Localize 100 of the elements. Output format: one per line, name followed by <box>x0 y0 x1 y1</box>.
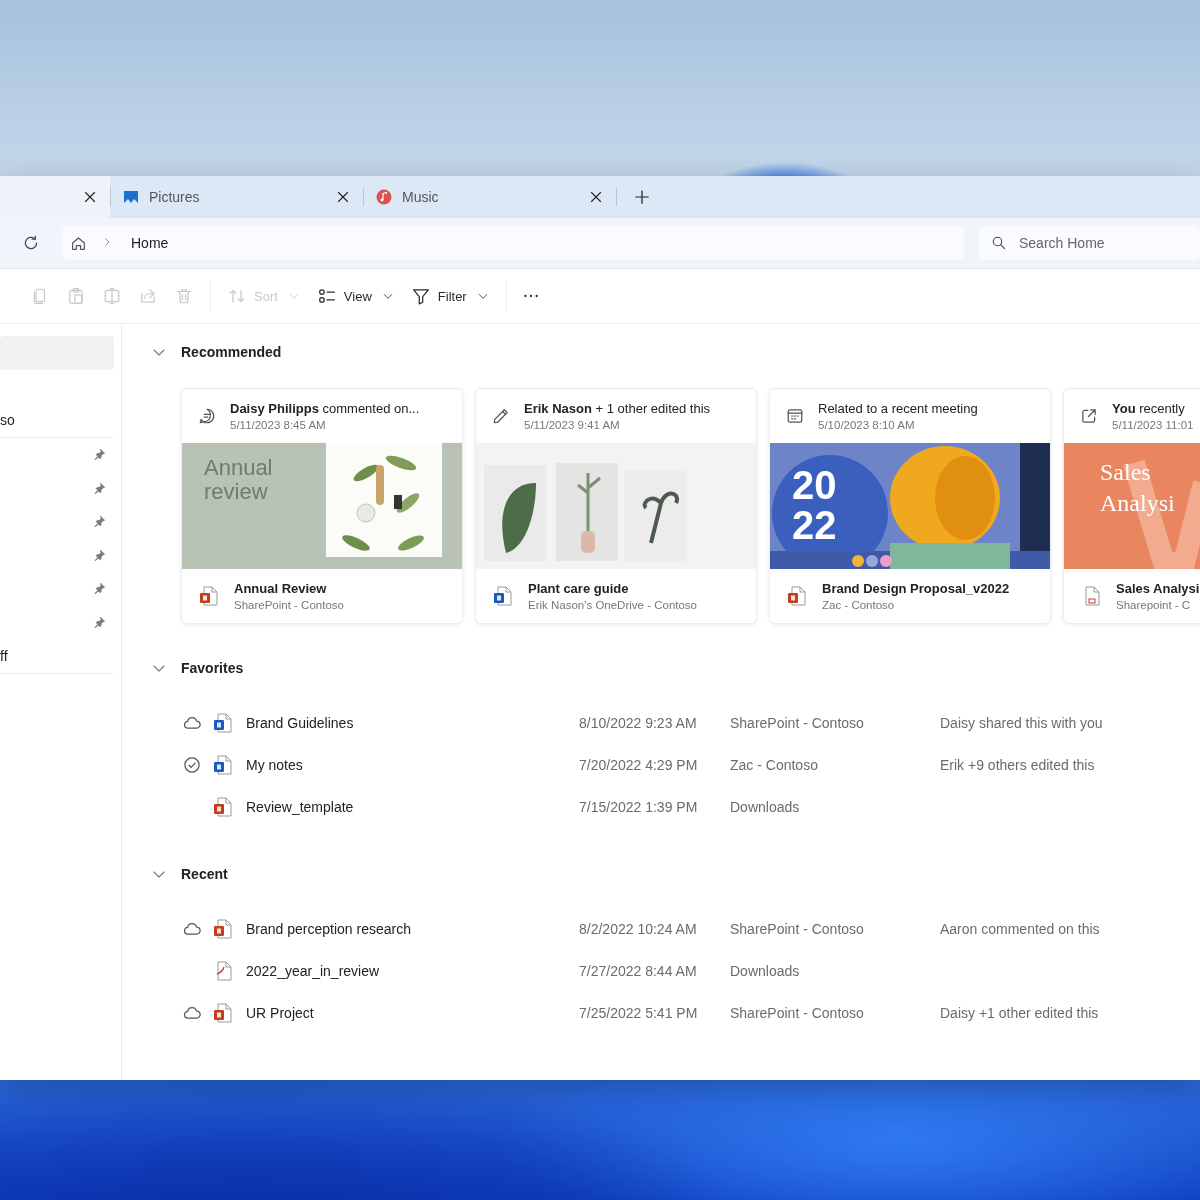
slides-file-icon <box>212 918 234 940</box>
view-button[interactable]: View <box>310 281 401 311</box>
file-name: Brand Design Proposal_v2022 <box>822 581 1010 596</box>
open-link-icon <box>1080 407 1098 425</box>
file-row[interactable]: Brand Guidelines 8/10/2022 9:23 AM SharePoint - Contoso Daisy shared this with you <box>181 702 1200 744</box>
file-location: SharePoint - Contoso <box>234 599 344 611</box>
file-location: Erik Nason's OneDrive - Contoso <box>528 599 697 611</box>
check-circle-icon <box>183 756 201 774</box>
file-location: SharePoint - Contoso <box>730 1005 865 1021</box>
file-name: My notes <box>246 757 304 773</box>
activity-text: Erik Nason + 1 other edited this <box>524 401 711 416</box>
file-row[interactable]: Review_template 7/15/2022 1:39 PM Downloads <box>181 786 1200 828</box>
close-icon <box>82 189 98 205</box>
file-location: SharePoint - Contoso <box>730 715 865 731</box>
activity-time: 5/11/2023 9:41 AM <box>524 419 621 431</box>
word-file-icon <box>212 754 234 776</box>
activity-text: Daisy +1 other edited this <box>940 1005 1100 1021</box>
clipboard-icon <box>67 287 85 305</box>
nav-item[interactable]: ff <box>0 639 114 673</box>
close-icon <box>588 189 604 205</box>
modified-date: 8/2/2022 10:24 AM <box>579 921 698 937</box>
file-card[interactable]: You recently 5/11/2023 11:01 Sales Analysi Sales Analysi Sharepoint - C <box>1063 388 1200 624</box>
slides-file-icon <box>786 585 808 607</box>
pin-icon <box>93 582 106 596</box>
pencil-icon <box>492 407 510 425</box>
thumbnail-title: Analysi <box>1100 490 1175 517</box>
filter-button[interactable]: Filter <box>404 281 496 311</box>
pin-icon <box>93 448 106 462</box>
thumbnail-title: Sales <box>1100 459 1152 486</box>
file-name: 2022_year_in_review <box>246 963 381 979</box>
file-row[interactable]: My notes 7/20/2022 4:29 PM Zac - Contoso Erik +9 others edited this <box>181 744 1200 786</box>
file-location: Sharepoint - C <box>1116 599 1192 611</box>
section-title: Recommended <box>181 344 282 360</box>
slides-file-icon <box>198 585 220 607</box>
search-icon <box>991 235 1007 251</box>
share-icon <box>139 287 157 305</box>
file-name: Sales Analysi <box>1116 581 1200 596</box>
pin-icon <box>93 616 106 630</box>
modified-date: 7/27/2022 8:44 AM <box>579 963 698 979</box>
activity-text: Daisy shared this with you <box>940 715 1104 731</box>
thumbnail-title: 20 <box>792 465 837 505</box>
slides-file-icon <box>212 1002 234 1024</box>
modified-date: 7/25/2022 5:41 PM <box>579 1005 699 1021</box>
activity-text: You recently <box>1112 401 1186 416</box>
activity-time: 5/10/2023 8:10 AM <box>818 419 916 431</box>
nav-item[interactable]: so <box>0 403 114 437</box>
file-row[interactable]: 2022_year_in_review 7/27/2022 8:44 AM Downloads <box>181 950 1200 992</box>
file-location: Zac - Contoso <box>730 757 819 773</box>
rename-icon <box>103 287 121 305</box>
sort-icon <box>228 287 246 305</box>
tab[interactable]: Music <box>364 176 616 218</box>
thumbnail-title: 22 <box>792 505 837 545</box>
file-row[interactable]: Brand perception research 8/2/2022 10:24 AM SharePoint - Contoso Aaron commented on this <box>181 908 1200 950</box>
file-card[interactable]: Related to a recent meeting 5/10/2023 8:10 AM 20 22 Brand Design Proposal_v2022 Zac - Contoso <box>769 388 1051 624</box>
modified-date: 7/20/2022 4:29 PM <box>579 757 699 773</box>
music-note-icon <box>376 189 392 205</box>
file-name: Review_template <box>246 799 355 815</box>
filter-icon <box>411 287 430 305</box>
file-location: SharePoint - Contoso <box>730 921 865 937</box>
tab[interactable]: Pictures <box>111 176 363 218</box>
activity-text: Related to a recent meeting <box>818 401 978 416</box>
refresh-button[interactable] <box>22 234 40 252</box>
close-icon <box>335 189 351 205</box>
cloud-icon <box>183 1004 201 1022</box>
word-file-icon <box>212 712 234 734</box>
word-file-icon <box>492 585 514 607</box>
list-icon <box>317 287 336 305</box>
section-title: Favorites <box>181 660 244 676</box>
file-location: Downloads <box>730 963 801 979</box>
file-card[interactable]: Daisy Philipps commented on... 5/11/2023 8:45 AM Annual review Annual Review SharePoint - Contoso <box>181 388 463 624</box>
thumbnail-title: review <box>204 481 269 503</box>
file-name: Brand perception research <box>246 921 412 937</box>
picture-folder-icon <box>123 189 139 205</box>
home-icon <box>70 234 87 252</box>
file-location: Downloads <box>730 799 801 815</box>
address-bar[interactable]: Home <box>62 226 964 260</box>
plus-icon <box>633 188 651 206</box>
refresh-icon <box>22 234 40 252</box>
file-name: Annual Review <box>234 581 328 596</box>
breadcrumb[interactable]: Home <box>131 235 169 251</box>
file-name: Plant care guide <box>528 581 630 596</box>
calendar-icon <box>786 407 804 425</box>
pin-icon <box>93 548 106 562</box>
more-icon <box>523 294 538 298</box>
pin-icon <box>93 481 106 495</box>
trash-icon <box>175 287 193 305</box>
file-location: Zac - Contoso <box>822 599 896 611</box>
search-field[interactable]: Search Home <box>979 226 1200 260</box>
thumbnail-title: Annual <box>204 457 273 479</box>
activity-text: Erik +9 others edited this <box>940 757 1096 773</box>
modified-date: 8/10/2022 9:23 AM <box>579 715 698 731</box>
file-name: UR Project <box>246 1005 315 1021</box>
file-name: Brand Guidelines <box>246 715 355 731</box>
activity-text: Daisy Philipps commented on... <box>230 401 420 416</box>
activity-time: 5/11/2023 11:01 <box>1112 419 1194 431</box>
pin-icon <box>93 515 106 529</box>
modified-date: 7/15/2022 1:39 PM <box>579 799 699 815</box>
section-title: Recent <box>181 866 228 882</box>
file-card[interactable]: Erik Nason + 1 other edited this 5/11/2023 9:41 AM Plant care guide Erik Nason's OneDrive - Contoso <box>475 388 757 624</box>
file-row[interactable]: UR Project 7/25/2022 5:41 PM SharePoint - Contoso Daisy +1 other edited this <box>181 992 1200 1034</box>
